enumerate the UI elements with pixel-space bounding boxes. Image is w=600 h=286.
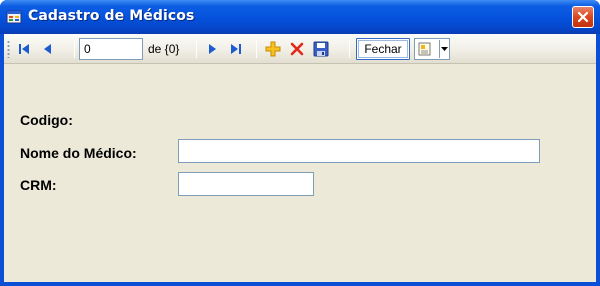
delete-icon [290, 42, 304, 56]
crm-input[interactable] [178, 172, 314, 196]
codigo-label: Codigo: [20, 112, 73, 128]
window-title: Cadastro de Médicos [28, 8, 195, 24]
dropdown-icon [417, 41, 435, 57]
move-last-button[interactable] [226, 39, 246, 59]
crm-label: CRM: [20, 177, 57, 193]
form-icon[interactable] [6, 9, 22, 25]
move-next-icon [209, 44, 216, 54]
move-first-button[interactable] [14, 39, 34, 59]
close-icon [577, 11, 589, 23]
move-previous-button[interactable] [38, 39, 58, 59]
toolbar-separator [256, 40, 257, 58]
add-new-icon [265, 41, 281, 57]
nome-medico-input[interactable] [178, 139, 540, 163]
nome-medico-label: Nome do Médico: [20, 145, 137, 161]
close-button[interactable] [572, 6, 594, 28]
toolbar-grip[interactable] [7, 40, 10, 58]
move-previous-icon [44, 44, 51, 54]
save-button[interactable] [311, 39, 331, 59]
client-area: de {0} [4, 34, 596, 282]
save-icon [313, 41, 329, 57]
toolbar-separator [196, 40, 197, 58]
toolbar-separator [74, 40, 75, 58]
binding-navigator: de {0} [4, 34, 596, 64]
add-new-button[interactable] [263, 39, 283, 59]
position-input[interactable] [79, 38, 143, 60]
delete-button[interactable] [287, 39, 307, 59]
fechar-button[interactable]: Fechar [356, 38, 410, 60]
toolbar-dropdown-button[interactable] [414, 38, 450, 60]
title-bar[interactable]: Cadastro de Médicos [0, 0, 600, 34]
move-last-icon [231, 44, 241, 54]
move-first-icon [19, 44, 29, 54]
app-window: Cadastro de Médicos de {0} [0, 0, 600, 286]
count-label: de {0} [148, 42, 180, 56]
move-next-button[interactable] [202, 39, 222, 59]
toolbar-separator [349, 40, 350, 58]
chevron-down-icon [439, 40, 449, 58]
